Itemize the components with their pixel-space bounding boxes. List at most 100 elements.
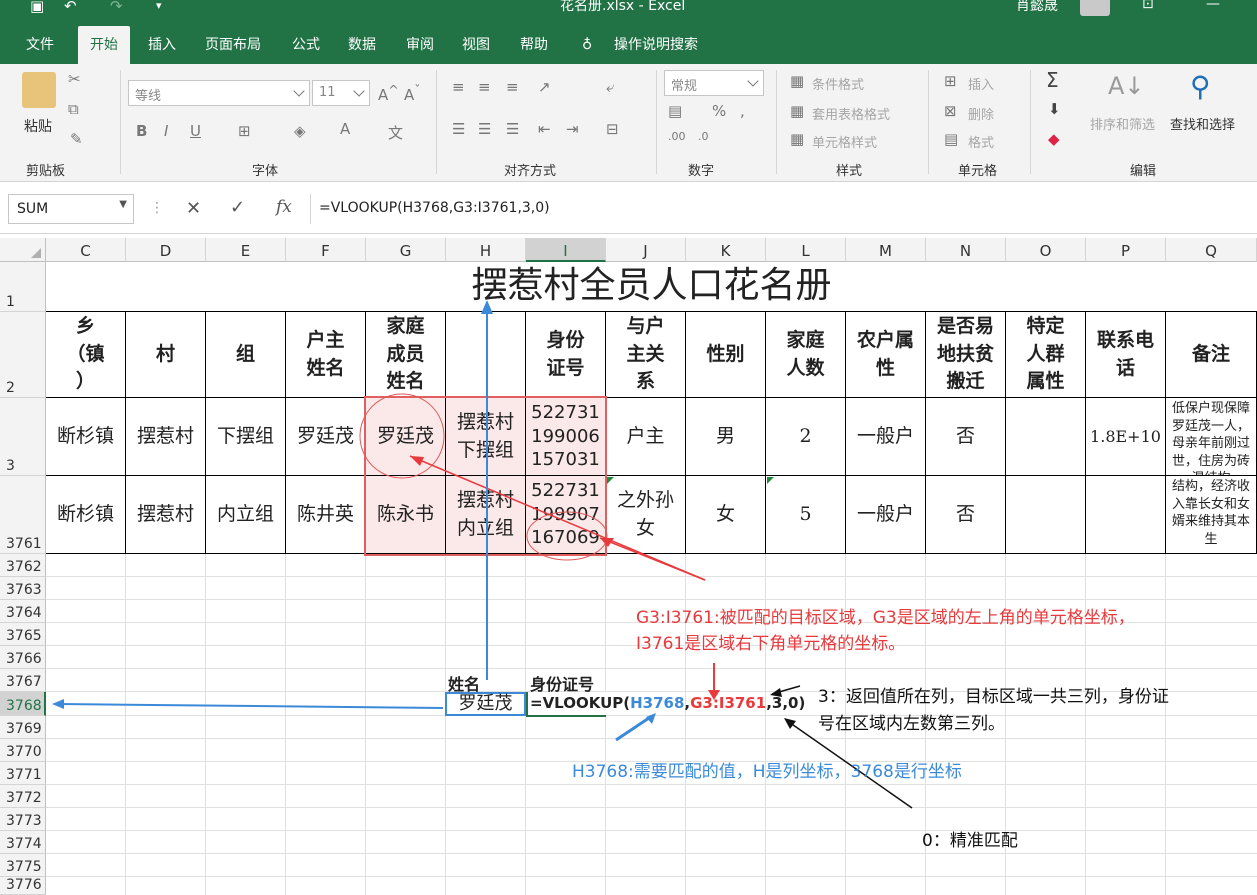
annotation-arrowhead bbox=[708, 690, 720, 700]
annotation-arrow bbox=[599, 537, 706, 581]
user-avatar[interactable] bbox=[1080, 0, 1110, 16]
copy-icon[interactable]: ⧉ bbox=[68, 100, 79, 118]
decrease-indent-icon[interactable]: ⇤ bbox=[538, 120, 551, 138]
percent-icon[interactable]: % bbox=[712, 102, 726, 120]
align-left-icon[interactable]: ☰ bbox=[452, 120, 465, 138]
insert-cells-icon: ⊞ bbox=[944, 72, 957, 90]
table-format-icon: ▦ bbox=[790, 102, 805, 120]
format-cells-button[interactable]: 格式 bbox=[968, 132, 994, 151]
range-annotation-line1: G3:I3761:被匹配的目标区域，G3是区域的左上角的单元格坐标， bbox=[636, 608, 1135, 628]
align-center-icon[interactable]: ☰ bbox=[478, 120, 491, 138]
sort-filter-button[interactable]: 排序和筛选 bbox=[1090, 114, 1155, 133]
align-top-icon[interactable]: ≡ bbox=[452, 78, 465, 96]
annotation-arrowhead bbox=[410, 456, 424, 466]
cells-group-label: 单元格 bbox=[958, 164, 998, 179]
insert-cells-button[interactable]: 插入 bbox=[968, 74, 994, 93]
comma-style-icon[interactable]: , bbox=[740, 102, 745, 120]
undo-icon[interactable]: ↶ bbox=[64, 0, 77, 16]
number-format-combo[interactable]: 常规 bbox=[664, 70, 764, 96]
redo-icon[interactable]: ↷ bbox=[110, 0, 123, 16]
wrap-text-icon[interactable]: ⤶ bbox=[606, 78, 614, 96]
formula-input[interactable]: =VLOOKUP(H3768,G3:I3761,3,0) bbox=[310, 194, 1257, 224]
autosum-icon[interactable]: Σ bbox=[1046, 68, 1059, 92]
orientation-icon[interactable]: ↗ bbox=[538, 78, 551, 96]
annotation-arrowhead bbox=[52, 699, 64, 709]
align-right-icon[interactable]: ☰ bbox=[506, 120, 519, 138]
styles-group-label: 样式 bbox=[836, 164, 863, 179]
increase-decimal-icon[interactable]: .00 bbox=[668, 130, 686, 143]
tab-home[interactable]: 开始 bbox=[78, 26, 130, 64]
annotation-arrow bbox=[409, 455, 706, 581]
fill-icon[interactable]: ⬇ bbox=[1048, 100, 1061, 118]
fill-color-icon[interactable]: ◈ bbox=[294, 122, 306, 140]
column-index-annotation-line1: 3：返回值所在列，目标区域一共三列，身份证 bbox=[818, 687, 1169, 707]
group-separator bbox=[656, 70, 657, 174]
paste-button[interactable]: 粘贴 bbox=[24, 116, 52, 136]
lookup-value-annotation: H3768:需要匹配的值，H是列坐标，3768是行坐标 bbox=[572, 762, 962, 782]
cancel-icon[interactable]: ✕ bbox=[186, 198, 201, 219]
name-box-dropdown-icon[interactable]: ▼ bbox=[119, 199, 127, 210]
save-icon[interactable]: ▣ bbox=[30, 0, 44, 16]
enter-icon[interactable]: ✓ bbox=[230, 197, 245, 218]
align-bottom-icon[interactable]: ≡ bbox=[506, 78, 519, 96]
title-bar: ▣ ↶ ↷ ▾ 花名册.xlsx - Excel 肖懿晟 ⊡ — bbox=[0, 0, 1257, 26]
italic-icon[interactable]: I bbox=[164, 122, 168, 140]
increase-indent-icon[interactable]: ⇥ bbox=[566, 120, 579, 138]
cut-icon[interactable]: ✂ bbox=[68, 70, 81, 88]
tab-view[interactable]: 视图 bbox=[450, 26, 502, 64]
font-size-value: 11 bbox=[319, 85, 336, 100]
editing-group-label: 编辑 bbox=[1130, 164, 1157, 179]
alignment-group-label: 对齐方式 bbox=[504, 164, 557, 179]
customize-quick-access-icon[interactable]: ▾ bbox=[156, 0, 162, 16]
tab-page-layout[interactable]: 页面布局 bbox=[193, 26, 273, 64]
font-group-label: 字体 bbox=[252, 164, 279, 179]
increase-font-icon[interactable]: A^ bbox=[378, 82, 399, 104]
cell-styles-button[interactable]: 单元格样式 bbox=[812, 132, 877, 151]
borders-icon[interactable]: ⊞ bbox=[238, 122, 251, 140]
sort-filter-icon: A↓ bbox=[1108, 72, 1145, 100]
worksheet-grid: C D E F G H I J K L M N O P Q 1 2 3 3761… bbox=[0, 238, 1257, 895]
bold-icon[interactable]: B bbox=[136, 122, 147, 140]
accounting-format-icon[interactable]: ▤ bbox=[668, 102, 682, 120]
tab-file[interactable]: 文件 bbox=[14, 26, 66, 64]
clipboard-group-label: 剪贴板 bbox=[26, 164, 66, 179]
underline-icon[interactable]: U bbox=[190, 122, 201, 140]
decrease-decimal-icon[interactable]: .0 bbox=[698, 130, 709, 143]
range-annotation-line2: I3761是区域右下角单元格的坐标。 bbox=[636, 634, 906, 654]
font-name-combo[interactable]: 等线 bbox=[128, 80, 310, 106]
name-box[interactable]: SUM ▼ bbox=[8, 194, 134, 224]
tab-formulas[interactable]: 公式 bbox=[280, 26, 332, 64]
document-title: 花名册.xlsx - Excel bbox=[560, 0, 686, 14]
conditional-format-button[interactable]: 条件格式 bbox=[812, 74, 864, 93]
tab-data[interactable]: 数据 bbox=[336, 26, 388, 64]
merge-center-icon[interactable]: ⊟ bbox=[606, 120, 619, 138]
find-select-button[interactable]: 查找和选择 bbox=[1170, 114, 1235, 133]
phonetic-icon[interactable]: 文 bbox=[388, 122, 403, 143]
format-as-table-button[interactable]: 套用表格格式 bbox=[812, 104, 890, 123]
insert-function-icon[interactable]: fx bbox=[276, 197, 292, 217]
tab-insert[interactable]: 插入 bbox=[136, 26, 188, 64]
annotation-arrowhead bbox=[481, 300, 493, 314]
tell-me-search[interactable]: 操作说明搜索 bbox=[602, 26, 710, 64]
delete-cells-button[interactable]: 删除 bbox=[968, 104, 994, 123]
group-separator bbox=[1030, 70, 1031, 174]
paste-icon[interactable] bbox=[22, 72, 56, 108]
font-size-combo[interactable]: 11 bbox=[312, 80, 370, 106]
decrease-font-icon[interactable]: Aˇ bbox=[404, 82, 421, 104]
delete-cells-icon: ⊠ bbox=[944, 102, 957, 120]
cell-styles-icon: ▦ bbox=[790, 130, 805, 148]
exact-match-annotation: 0：精准匹配 bbox=[922, 831, 1018, 851]
column-index-annotation-line2: 号在区域内左数第三列。 bbox=[818, 714, 1005, 734]
format-painter-icon[interactable]: ✎ bbox=[70, 130, 83, 148]
font-name-value: 等线 bbox=[135, 89, 162, 104]
clear-icon[interactable]: ◆ bbox=[1048, 130, 1060, 148]
ribbon-display-options-icon[interactable]: ⊡ bbox=[1142, 0, 1154, 12]
annotation-arrow bbox=[615, 714, 653, 742]
tab-review[interactable]: 审阅 bbox=[394, 26, 446, 64]
user-name[interactable]: 肖懿晟 bbox=[1016, 0, 1058, 15]
align-middle-icon[interactable]: ≡ bbox=[478, 78, 491, 96]
font-color-icon[interactable]: A bbox=[340, 120, 350, 138]
tab-help[interactable]: 帮助 bbox=[508, 26, 560, 64]
minimize-icon[interactable]: — bbox=[1206, 0, 1220, 12]
search-icon: ⚲ bbox=[1190, 70, 1211, 103]
